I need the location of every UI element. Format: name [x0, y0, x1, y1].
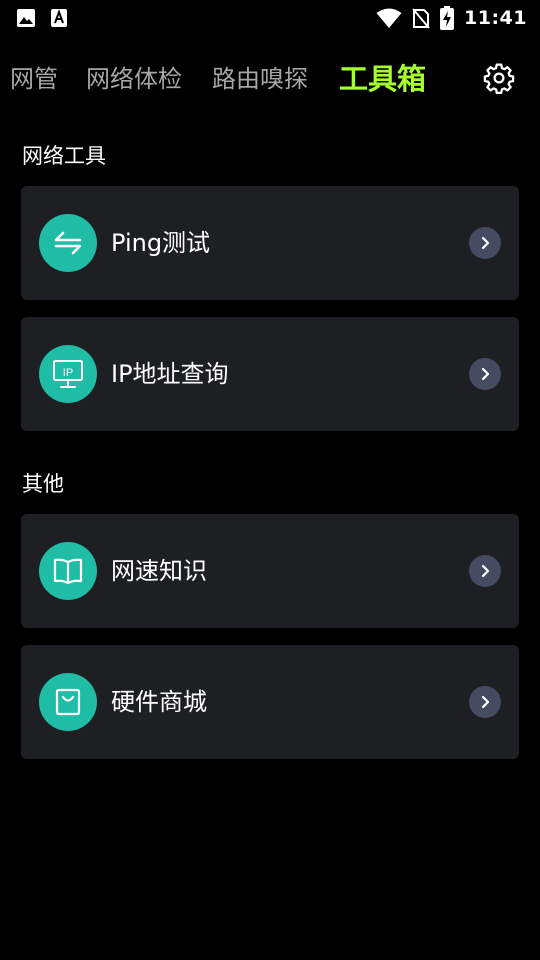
book-icon [53, 558, 83, 585]
tab-network-manage[interactable]: 网管 [10, 56, 58, 102]
ip-monitor-icon: IP [53, 360, 83, 388]
store-icon-circle [39, 673, 97, 731]
status-bar: 11:41 [0, 0, 540, 36]
svg-text:IP: IP [63, 367, 73, 379]
tool-item-ip-lookup[interactable]: IP IP地址查询 [21, 317, 519, 431]
chevron-right-icon [469, 358, 501, 390]
status-time: 11:41 [464, 7, 527, 29]
knowledge-icon-circle [39, 542, 97, 600]
tool-item-ping[interactable]: Ping测试 [21, 186, 519, 300]
chevron-right-icon [469, 686, 501, 718]
battery-charging-icon [440, 6, 455, 30]
tool-item-hardware-store[interactable]: 硬件商城 [21, 645, 519, 759]
image-icon [17, 9, 35, 27]
top-tabs: 网管 网络体检 路由嗅探 工具箱 [0, 56, 540, 102]
tool-item-speed-knowledge[interactable]: 网速知识 [21, 514, 519, 628]
tool-item-label: 网速知识 [111, 557, 207, 585]
wifi-icon [376, 8, 402, 28]
ip-icon-circle: IP [39, 345, 97, 403]
no-sim-icon [412, 8, 430, 29]
tab-router-sniff[interactable]: 路由嗅探 [212, 56, 308, 102]
swap-arrows-icon [54, 231, 82, 255]
gear-icon[interactable] [483, 62, 515, 94]
tab-network-checkup[interactable]: 网络体检 [86, 56, 182, 102]
chevron-right-icon [469, 227, 501, 259]
chevron-right-icon [469, 555, 501, 587]
ping-icon-circle [39, 214, 97, 272]
section-title-network-tools: 网络工具 [22, 144, 106, 168]
font-a-icon [51, 9, 67, 27]
shopping-bag-icon [55, 688, 81, 716]
section-title-other: 其他 [22, 472, 64, 496]
tool-item-label: 硬件商城 [111, 688, 207, 716]
tool-item-label: IP地址查询 [111, 360, 229, 388]
tab-toolbox[interactable]: 工具箱 [339, 56, 426, 102]
tool-item-label: Ping测试 [111, 229, 211, 257]
